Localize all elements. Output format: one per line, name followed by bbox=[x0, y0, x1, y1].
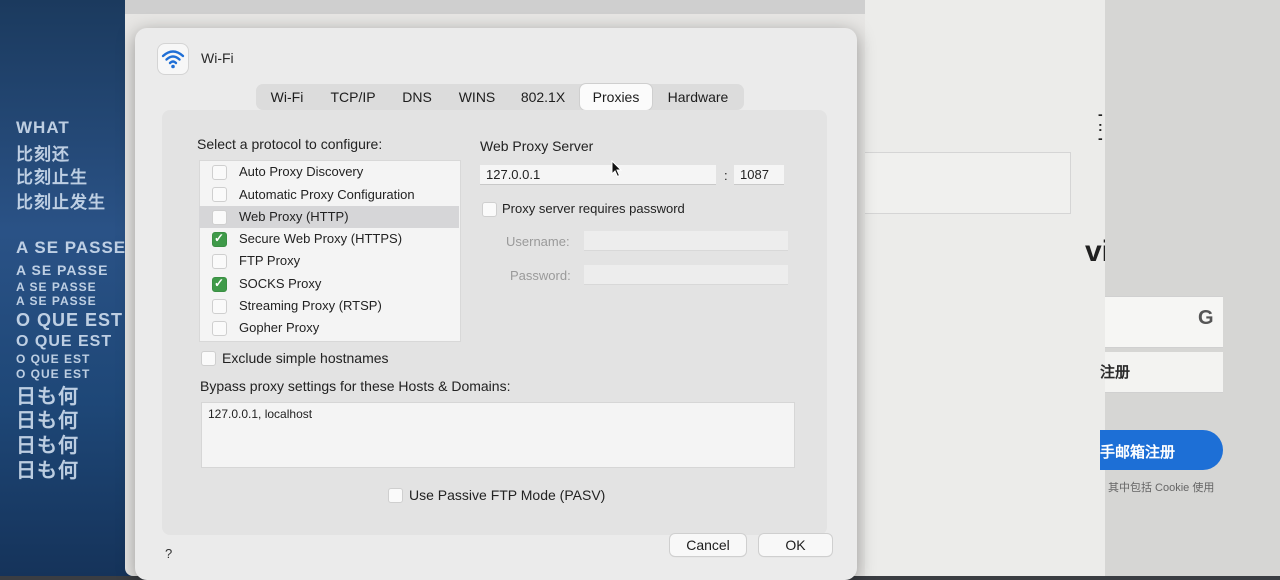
ok-button[interactable]: OK bbox=[759, 534, 832, 556]
poster-line: 比刻止生 bbox=[16, 168, 88, 187]
passive-ftp-checkbox[interactable] bbox=[388, 488, 403, 503]
protocol-heading: Select a protocol to configure: bbox=[197, 136, 383, 152]
tab-dns[interactable]: DNS bbox=[390, 84, 444, 110]
background-input bbox=[865, 152, 1071, 214]
web-proxy-checkbox[interactable] bbox=[212, 210, 227, 225]
protocol-label: Automatic Proxy Configuration bbox=[239, 187, 415, 202]
tab-tcpip[interactable]: TCP/IP bbox=[320, 84, 386, 110]
bypass-hosts-textarea[interactable]: 127.0.0.1, localhost bbox=[201, 402, 795, 468]
tab-8021x[interactable]: 802.1X bbox=[510, 84, 576, 110]
protocol-label: Auto Proxy Discovery bbox=[239, 164, 364, 179]
poster-line: 比刻还 bbox=[16, 145, 70, 164]
help-button[interactable]: ? bbox=[165, 546, 172, 561]
protocol-label: FTP Proxy bbox=[239, 253, 301, 268]
password-label: Password: bbox=[510, 268, 571, 283]
requires-password-label: Proxy server requires password bbox=[502, 201, 685, 216]
port-separator: : bbox=[724, 168, 728, 183]
signup-label: 注册 bbox=[1100, 364, 1131, 381]
poster-line: A SE PASSE bbox=[16, 238, 127, 257]
cancel-button[interactable]: Cancel bbox=[670, 534, 746, 556]
server-heading: Web Proxy Server bbox=[480, 138, 594, 154]
background-poster: WHAT 比刻还 比刻止生 比刻止发生 A SE PASSE A SE PASS… bbox=[0, 0, 135, 576]
exclude-hostnames-label: Exclude simple hostnames bbox=[222, 350, 389, 366]
tab-hardware[interactable]: Hardware bbox=[656, 84, 740, 110]
poster-line: O QUE EST bbox=[16, 310, 124, 330]
tab-proxies[interactable]: Proxies bbox=[580, 84, 652, 110]
exclude-hostnames-checkbox[interactable] bbox=[201, 351, 216, 366]
protocol-label: Secure Web Proxy (HTTPS) bbox=[239, 231, 403, 246]
poster-line: 比刻止发生 bbox=[16, 193, 106, 212]
protocol-label: Gopher Proxy bbox=[239, 320, 320, 335]
protocol-row-ftp-proxy[interactable] bbox=[199, 250, 459, 272]
streaming-proxy-checkbox[interactable] bbox=[212, 299, 227, 314]
auto-discovery-checkbox[interactable] bbox=[212, 165, 227, 180]
proxy-host-field[interactable]: 127.0.0.1 bbox=[480, 165, 716, 185]
proxy-port-field[interactable]: 1087 bbox=[734, 165, 784, 185]
poster-line: O QUE EST bbox=[16, 367, 91, 381]
protocol-label: SOCKS Proxy bbox=[239, 276, 322, 291]
username-label: Username: bbox=[506, 234, 570, 249]
protocol-label: Streaming Proxy (RTSP) bbox=[239, 298, 382, 313]
google-icon: G bbox=[1198, 307, 1214, 329]
poster-line: O QUE EST bbox=[16, 352, 91, 366]
tab-wins[interactable]: WINS bbox=[448, 84, 506, 110]
secure-web-proxy-checkbox[interactable] bbox=[212, 231, 227, 247]
auto-config-checkbox[interactable] bbox=[212, 187, 227, 202]
password-field[interactable] bbox=[584, 265, 788, 285]
passive-ftp-label: Use Passive FTP Mode (PASV) bbox=[409, 487, 606, 503]
poster-line: A SE PASSE bbox=[16, 280, 97, 294]
bypass-label: Bypass proxy settings for these Hosts & … bbox=[200, 378, 511, 394]
poster-line: O QUE EST bbox=[16, 333, 113, 350]
username-field[interactable] bbox=[584, 231, 788, 251]
background-titlebar bbox=[125, 0, 865, 14]
cookie-note: 其中包括 Cookie 使用 bbox=[1108, 482, 1215, 494]
poster-line: WHAT bbox=[16, 118, 70, 137]
poster-line: A SE PASSE bbox=[16, 262, 109, 278]
poster-line: 日も何 bbox=[16, 460, 79, 482]
mouse-cursor-icon bbox=[611, 159, 623, 183]
protocol-label: Web Proxy (HTTP) bbox=[239, 209, 349, 224]
requires-password-checkbox[interactable] bbox=[482, 202, 497, 217]
protocol-row-socks-proxy[interactable] bbox=[199, 272, 459, 294]
socks-proxy-checkbox[interactable] bbox=[212, 276, 227, 292]
logo-fragment: -:- bbox=[1098, 106, 1103, 146]
poster-line: A SE PASSE bbox=[16, 294, 97, 308]
background-page: -:- vitter。 bbox=[865, 0, 1188, 576]
wifi-icon bbox=[158, 44, 188, 74]
email-signup-label: 手邮箱注册 bbox=[1100, 444, 1176, 461]
tab-wifi[interactable]: Wi-Fi bbox=[258, 84, 316, 110]
ftp-proxy-checkbox[interactable] bbox=[212, 254, 227, 269]
protocol-row-gopher-proxy[interactable] bbox=[199, 317, 459, 339]
dialog-title: Wi-Fi bbox=[201, 50, 234, 66]
gopher-proxy-checkbox[interactable] bbox=[212, 321, 227, 336]
